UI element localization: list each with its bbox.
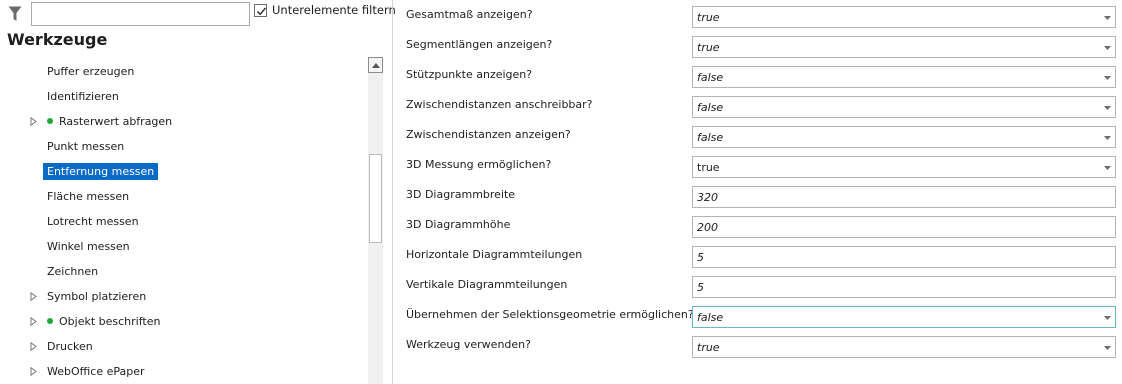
- chevron-down-icon[interactable]: [1104, 316, 1111, 320]
- property-value: false: [697, 311, 724, 324]
- tree-item-label: Punkt messen: [47, 140, 125, 153]
- property-value: true: [697, 161, 720, 174]
- tree-item[interactable]: Objekt beschriften: [0, 309, 366, 334]
- property-grid: Gesamtmaß anzeigen? true Segmentlängen anz…: [393, 0, 1122, 384]
- property-dropdown[interactable]: true: [692, 336, 1116, 358]
- property-dropdown[interactable]: false: [692, 126, 1116, 148]
- tree-item[interactable]: Winkel messen: [0, 234, 366, 259]
- sub-filter-checkbox[interactable]: [254, 4, 267, 17]
- tree-item-label: WebOffice ePaper: [47, 365, 145, 378]
- chevron-down-icon[interactable]: [1104, 76, 1111, 80]
- search-input[interactable]: [31, 2, 250, 26]
- tree-item[interactable]: Drucken: [0, 334, 366, 359]
- property-value: false: [697, 101, 724, 114]
- tree-item[interactable]: Zeichnen: [0, 259, 366, 284]
- property-dropdown[interactable]: false: [692, 96, 1116, 118]
- property-text-field[interactable]: 5: [692, 276, 1116, 298]
- property-label: Übernehmen der Selektionsgeometrie ermög…: [406, 308, 694, 321]
- chevron-down-icon[interactable]: [1104, 16, 1111, 20]
- scroll-thumb[interactable]: [369, 154, 382, 243]
- tree-item[interactable]: Symbol platzieren: [0, 284, 366, 309]
- chevron-down-icon[interactable]: [1104, 106, 1111, 110]
- property-row: Stützpunkte anzeigen? false: [393, 61, 1122, 91]
- property-row: Vertikale Diagrammteilungen 5: [393, 271, 1122, 301]
- property-dropdown[interactable]: false: [692, 66, 1116, 88]
- property-value: true: [697, 11, 720, 24]
- expand-arrow-icon[interactable]: [30, 292, 37, 301]
- property-label: Werkzeug verwenden?: [406, 338, 531, 351]
- tree-item[interactable]: Entfernung messen: [0, 159, 366, 184]
- property-label: 3D Diagrammbreite: [406, 188, 516, 201]
- expand-arrow-icon[interactable]: [30, 367, 37, 376]
- property-row: Segmentlängen anzeigen? true: [393, 31, 1122, 61]
- property-label: Gesamtmaß anzeigen?: [406, 8, 533, 21]
- chevron-down-icon[interactable]: [1104, 46, 1111, 50]
- chevron-down-icon[interactable]: [1104, 346, 1111, 350]
- property-row: 3D Messung ermöglichen? true: [393, 151, 1122, 181]
- property-label: Horizontale Diagrammteilungen: [406, 248, 583, 261]
- expand-arrow-icon[interactable]: [30, 342, 37, 351]
- property-value: false: [697, 131, 724, 144]
- property-value: 200: [697, 221, 718, 234]
- property-dropdown[interactable]: true: [692, 6, 1116, 28]
- tree-item[interactable]: Identifizieren: [0, 84, 366, 109]
- tree-item-label: Symbol platzieren: [47, 290, 147, 303]
- property-row: Zwischendistanzen anschreibbar? false: [393, 91, 1122, 121]
- tree-item-label: Lotrecht messen: [47, 215, 139, 228]
- sub-filter-label[interactable]: Unterelemente filtern: [272, 3, 396, 17]
- tree-item-label: Entfernung messen: [43, 163, 159, 180]
- property-dropdown[interactable]: true: [692, 156, 1116, 178]
- property-row: Zwischendistanzen anzeigen? false: [393, 121, 1122, 151]
- filter-icon[interactable]: [8, 6, 22, 22]
- property-row: Übernehmen der Selektionsgeometrie ermög…: [393, 301, 1122, 331]
- tree-item[interactable]: Rasterwert abfragen: [0, 109, 366, 134]
- tree-item-label: Drucken: [47, 340, 93, 353]
- property-row: 3D Diagrammhöhe 200: [393, 211, 1122, 241]
- property-row: 3D Diagrammbreite 320: [393, 181, 1122, 211]
- property-text-field[interactable]: 320: [692, 186, 1116, 208]
- tree-item-label: Winkel messen: [47, 240, 130, 253]
- scroll-up-button[interactable]: [368, 57, 383, 73]
- property-label: Zwischendistanzen anzeigen?: [406, 128, 571, 141]
- tools-panel: Unterelemente filtern Werkzeuge Puffer e…: [0, 0, 396, 384]
- property-label: Stützpunkte anzeigen?: [406, 68, 533, 81]
- tree-item-label: Fläche messen: [47, 190, 130, 203]
- property-label: 3D Diagrammhöhe: [406, 218, 511, 231]
- property-text-field[interactable]: 5: [692, 246, 1116, 268]
- property-row: Gesamtmaß anzeigen? true: [393, 1, 1122, 31]
- tree-item[interactable]: WebOffice ePaper: [0, 359, 366, 384]
- tree-item[interactable]: Lotrecht messen: [0, 209, 366, 234]
- chevron-down-icon[interactable]: [1104, 136, 1111, 140]
- property-value: 5: [697, 281, 704, 294]
- property-row: Werkzeug verwenden? true: [393, 331, 1122, 361]
- property-dropdown[interactable]: false: [692, 306, 1116, 328]
- property-label: Zwischendistanzen anschreibbar?: [406, 98, 593, 111]
- property-label: Segmentlängen anzeigen?: [406, 38, 553, 51]
- property-value: true: [697, 41, 720, 54]
- tree-item-label: Identifizieren: [47, 90, 119, 103]
- property-label: 3D Messung ermöglichen?: [406, 158, 552, 171]
- property-row: Horizontale Diagrammteilungen 5: [393, 241, 1122, 271]
- tree-scrollbar[interactable]: [368, 57, 383, 384]
- property-label: Vertikale Diagrammteilungen: [406, 278, 568, 291]
- expand-arrow-icon[interactable]: [30, 317, 37, 326]
- tree-item-label: Rasterwert abfragen: [59, 115, 173, 128]
- expand-arrow-icon[interactable]: [30, 117, 37, 126]
- tree-item-label: Puffer erzeugen: [47, 65, 135, 78]
- property-value: false: [697, 71, 724, 84]
- property-dropdown[interactable]: true: [692, 36, 1116, 58]
- tree-item-label: Zeichnen: [47, 265, 99, 278]
- property-value: true: [697, 341, 720, 354]
- tree-item[interactable]: Puffer erzeugen: [0, 59, 366, 84]
- tree-item-label: Objekt beschriften: [59, 315, 161, 328]
- chevron-down-icon[interactable]: [1104, 166, 1111, 170]
- status-dot-icon: [47, 318, 53, 324]
- property-value: 320: [697, 191, 718, 204]
- tree-item[interactable]: Punkt messen: [0, 134, 366, 159]
- tree-title: Werkzeuge: [7, 30, 108, 49]
- tree-item[interactable]: Fläche messen: [0, 184, 366, 209]
- property-value: 5: [697, 251, 704, 264]
- status-dot-icon: [47, 118, 53, 124]
- property-text-field[interactable]: 200: [692, 216, 1116, 238]
